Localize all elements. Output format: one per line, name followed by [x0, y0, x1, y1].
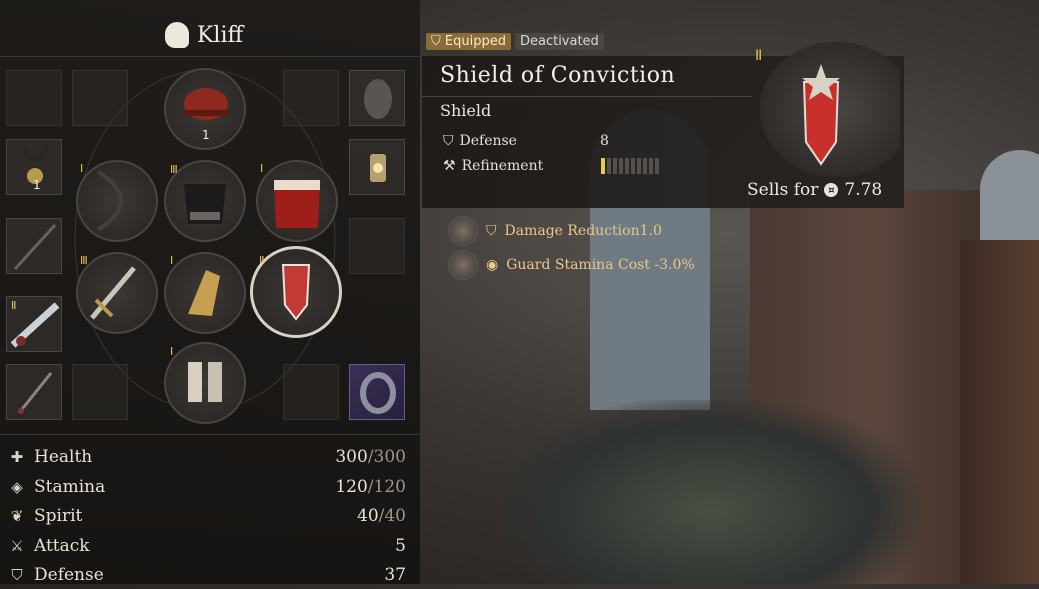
refinement-pip	[625, 158, 629, 174]
boots-icon	[188, 362, 222, 402]
item-name: Shield of Conviction	[440, 63, 676, 88]
perk-text: Damage Reduction1.0	[504, 223, 662, 239]
perk-gem-icon	[448, 250, 478, 280]
spirit-icon: ❦	[10, 507, 24, 525]
refinement-pip	[607, 158, 611, 174]
divider-stats	[0, 434, 420, 435]
perk-stamina-icon: ◉	[486, 257, 499, 273]
refinement-pip	[601, 158, 605, 174]
sword-icon	[90, 266, 136, 320]
sells-value: 7.78	[844, 180, 883, 200]
defense-row: ⛉ Defense 8	[443, 133, 609, 149]
dagger-icon	[17, 372, 53, 414]
refinement-pip	[649, 158, 653, 174]
armor-tier: III	[170, 163, 178, 176]
perk-text: Guard Stamina Cost -3.0%	[506, 257, 695, 273]
spear-icon	[13, 223, 57, 271]
gauntlet-icon	[188, 270, 220, 316]
attack-icon: ⚔	[10, 537, 24, 555]
defense-value: 8	[600, 133, 609, 149]
armor-icon	[184, 184, 226, 224]
refinement-pip	[619, 158, 623, 174]
shield-tier: II	[259, 254, 264, 267]
sells-label: Sells for	[747, 180, 819, 200]
stat-label: Defense	[34, 565, 104, 585]
defense-icon: ⛉	[11, 566, 23, 584]
door-frame	[960, 240, 1039, 584]
refinement-pip	[631, 158, 635, 174]
refinement-bar	[601, 158, 659, 174]
bow-icon	[96, 170, 123, 232]
item-tier: II	[755, 48, 762, 64]
item-status-badges: ⛉ Equipped Deactivated	[426, 33, 604, 50]
dagger-slot[interactable]	[6, 364, 62, 420]
necklace-count: 1	[33, 178, 41, 192]
character-header: Kliff	[165, 22, 243, 48]
stamina-icon: ◈	[11, 478, 23, 496]
helmet-count: 1	[202, 128, 210, 142]
boots-slot[interactable]	[164, 342, 246, 424]
greatsword-tier: II	[11, 299, 16, 312]
shield-icon	[281, 264, 311, 321]
spear-slot[interactable]	[6, 218, 62, 274]
character-head-icon	[165, 22, 189, 48]
cloak-tier: I	[260, 162, 263, 175]
stat-label: Attack	[34, 536, 90, 556]
shield-of-conviction-icon	[802, 64, 840, 166]
item-image	[760, 42, 900, 177]
bow-slot[interactable]	[76, 160, 158, 242]
divider	[0, 56, 420, 57]
refinement-icon: ⚒	[443, 158, 456, 174]
stat-value: 5	[395, 536, 406, 556]
equipped-badge: ⛉ Equipped	[426, 33, 511, 50]
character-name: Kliff	[197, 22, 244, 48]
refinement-pip	[655, 158, 659, 174]
stat-label: Spirit	[34, 506, 83, 526]
weapon-rack	[500, 400, 920, 584]
bow-tier: I	[80, 162, 83, 175]
perk-item: ⛉ Damage Reduction1.0	[448, 216, 662, 246]
perk-item: ◉ Guard Stamina Cost -3.0%	[448, 250, 695, 280]
stat-stamina: ◈ Stamina 120/120	[8, 473, 406, 501]
defense-shield-icon: ⛉	[443, 133, 454, 149]
coin-icon: ¤	[824, 183, 839, 197]
item-type: Shield	[440, 101, 492, 120]
cloak-icon	[274, 180, 320, 228]
health-icon: ✚	[10, 448, 24, 466]
refinement-label: Refinement	[461, 158, 544, 174]
stat-spirit: ❦ Spirit 40/40	[8, 502, 406, 530]
sword-slot[interactable]	[76, 252, 158, 334]
necklace-slot[interactable]: 1	[6, 139, 62, 195]
stat-attack: ⚔ Attack 5	[8, 532, 406, 560]
stat-value: 40/40	[357, 506, 406, 526]
stat-value: 300/300	[335, 447, 406, 467]
sword-tier: III	[80, 254, 88, 267]
perk-shield-icon: ⛉	[486, 223, 497, 239]
empty-slot-1[interactable]	[6, 70, 62, 126]
gauntlet-slot[interactable]	[164, 252, 246, 334]
stat-label: Health	[34, 447, 93, 467]
greatsword-slot[interactable]: II	[6, 296, 62, 352]
stat-defense: ⛉ Defense 37	[8, 561, 406, 589]
stat-health: ✚ Health 300/300	[8, 443, 406, 471]
refinement-pip	[643, 158, 647, 174]
title-divider	[422, 96, 752, 97]
stat-label: Stamina	[34, 477, 106, 497]
helmet-slot[interactable]: 1	[164, 68, 246, 150]
defense-label: Defense	[459, 133, 517, 149]
refinement-pip	[637, 158, 641, 174]
refinement-pip	[613, 158, 617, 174]
sell-price: Sells for ¤ 7.78	[747, 180, 882, 200]
stat-value: 120/120	[335, 477, 406, 497]
equipment-panel: Kliff 1 II 1 I III I III I II I ✚ Health…	[0, 0, 420, 585]
boots-tier: I	[170, 345, 173, 358]
cloak-slot[interactable]	[256, 160, 338, 242]
stat-value: 37	[384, 565, 406, 585]
perk-gem-icon	[448, 216, 478, 246]
refinement-row: ⚒ Refinement	[443, 158, 543, 174]
deactivated-badge: Deactivated	[514, 33, 604, 50]
gauntlet-tier: I	[170, 254, 173, 267]
